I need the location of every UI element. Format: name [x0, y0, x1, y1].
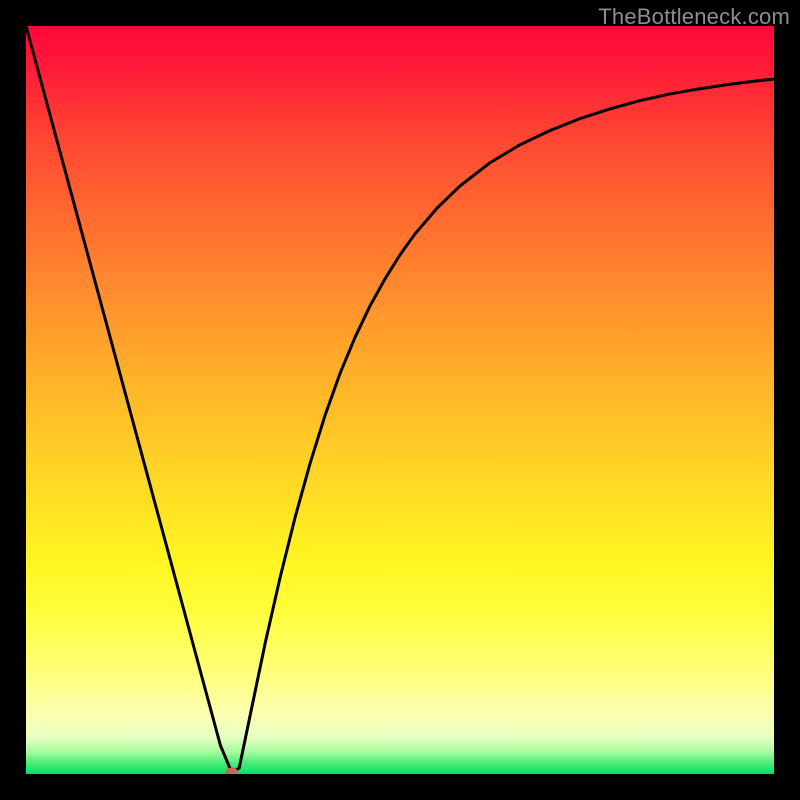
bottleneck-curve	[26, 26, 774, 774]
chart-svg	[26, 26, 774, 774]
watermark-text: TheBottleneck.com	[598, 4, 790, 30]
chart-plot-area	[26, 26, 774, 774]
chart-frame: TheBottleneck.com	[0, 0, 800, 800]
curve-line	[26, 26, 774, 773]
